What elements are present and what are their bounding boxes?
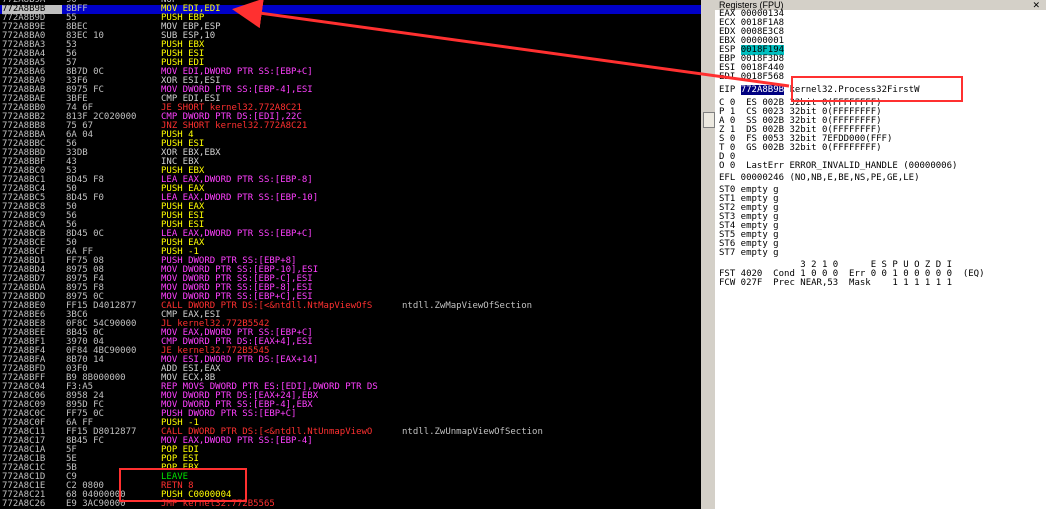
disasm-row[interactable]: 772A8BDA 8975 F8 MOV DWORD PTR SS:[EBP-8],… <box>0 284 701 293</box>
disasm-hex-bytes: 8D45 F8 <box>66 175 104 185</box>
disasm-row[interactable]: 772A8BC4 50 PUSH EAX <box>0 185 701 194</box>
disasm-row[interactable]: 772A8BCF 6A FF PUSH -1 <box>0 248 701 257</box>
disasm-row[interactable]: 772A8BC1 8D45 F8 LEA EAX,DWORD PTR SS:[EBP… <box>0 176 701 185</box>
registers-pane[interactable]: Registers (FPU) ✕ EAX 00000134 ECX 0018F1… <box>715 0 1046 509</box>
disasm-row[interactable]: 772A8BA9 33F6 XOR ESI,ESI <box>0 77 701 86</box>
disasm-row[interactable]: 772A8BA0 83EC 10 SUB ESP,10 <box>0 32 701 41</box>
disasm-hex-bytes: 8B45 FC <box>66 436 104 446</box>
register-value[interactable]: 0018F568 <box>741 72 784 82</box>
register-edi[interactable]: EDI 0018F568 <box>719 73 1042 82</box>
disasm-row[interactable]: 772A8C1D C9 LEAVE <box>0 473 701 482</box>
disasm-row[interactable]: 772A8BF4 0F84 4BC90000 JE kernel32.772B554… <box>0 347 701 356</box>
eip-symbol-comment: kernel32.Process32FirstW <box>789 85 920 95</box>
disasm-row[interactable]: 772A8BD1 FF75 08 PUSH DWORD PTR SS:[EBP+8] <box>0 257 701 266</box>
disasm-hex-bytes: 8BFF <box>66 4 88 14</box>
disasm-comment: ntdll.ZwUnmapViewOfSection <box>402 427 543 437</box>
disasm-instruction: POP EBX <box>161 463 199 473</box>
disasm-row[interactable]: 772A8BC8 50 PUSH EAX <box>0 203 701 212</box>
disasm-row[interactable]: 772A8BA5 57 PUSH EDI <box>0 59 701 68</box>
disasm-row[interactable]: 772A8BBA 6A 04 PUSH 4 <box>0 131 701 140</box>
disasm-row[interactable]: 772A8BCA 56 PUSH ESI <box>0 221 701 230</box>
disasm-instruction: JNZ SHORT kernel32.772A8C21 <box>161 121 308 131</box>
disasm-row[interactable]: 772A8C1C 5B POP EBX <box>0 464 701 473</box>
disasm-row[interactable]: 772A8BAB 8975 FC MOV DWORD PTR SS:[EBP-4],… <box>0 86 701 95</box>
disasm-row[interactable]: 772A8C09 895D FC MOV DWORD PTR SS:[EBP-4],… <box>0 401 701 410</box>
disasm-row[interactable]: 772A8BC9 56 PUSH ESI <box>0 212 701 221</box>
disasm-row[interactable]: 772A8BD7 8975 F4 MOV DWORD PTR SS:[EBP-C],… <box>0 275 701 284</box>
disasm-row[interactable]: 772A8C11 FF15 D8012877 CALL DWORD PTR DS:[… <box>0 428 701 437</box>
disasm-row[interactable]: 772A8B9D 55 PUSH EBP <box>0 14 701 23</box>
disasm-row[interactable]: 772A8BA3 53 PUSH EBX <box>0 41 701 50</box>
disasm-row[interactable]: 772A8BCB 8D45 0C LEA EAX,DWORD PTR SS:[EBP… <box>0 230 701 239</box>
disasm-hex-bytes: E9 3AC90000 <box>66 499 126 509</box>
disasm-row[interactable]: 772A8BD4 8975 08 MOV DWORD PTR SS:[EBP-10]… <box>0 266 701 275</box>
disasm-row[interactable]: 772A8BB8 75 67 JNZ SHORT kernel32.772A8C21 <box>0 122 701 131</box>
disasm-row[interactable]: 772A8BBD 33DB XOR EBX,EBX <box>0 149 701 158</box>
disassembly-pane[interactable]: 772A8B9A 90 NOP 772A8B9B 8BFF MOV EDI,EDI 772A… <box>0 0 701 509</box>
disasm-hex-bytes: 43 <box>66 157 77 167</box>
disasm-row[interactable]: 772A8B9B 8BFF MOV EDI,EDI <box>0 5 701 14</box>
disasm-hex-bytes: 8D45 0C <box>66 229 104 239</box>
flag-segment-line: O 0 LastErr ERROR_INVALID_HANDLE (000000… <box>719 161 958 171</box>
disasm-row[interactable]: 772A8C06 8958 24 MOV DWORD PTR DS:[EAX+24]… <box>0 392 701 401</box>
disasm-row[interactable]: 772A8BB2 813F 2C020000 CMP DWORD PTR DS:[E… <box>0 113 701 122</box>
disasm-hex-bytes: 8D45 F0 <box>66 193 104 203</box>
disasm-row[interactable]: 772A8BE8 0F8C 54C90000 JL kernel32.772B554… <box>0 320 701 329</box>
disasm-row[interactable]: 772A8BA4 56 PUSH ESI <box>0 50 701 59</box>
disasm-row[interactable]: 772A8BC5 8D45 F0 LEA EAX,DWORD PTR SS:[EBP… <box>0 194 701 203</box>
disassembly-list[interactable]: 772A8B9A 90 NOP 772A8B9B 8BFF MOV EDI,EDI 772A… <box>0 0 701 509</box>
disasm-hex-bytes: 33DB <box>66 148 88 158</box>
disasm-row[interactable]: 772A8C17 8B45 FC MOV EAX,DWORD PTR SS:[EBP… <box>0 437 701 446</box>
disasm-hex-bytes: 5B <box>66 463 77 473</box>
disasm-comment: ntdll.ZwMapViewOfSection <box>402 301 533 311</box>
disasm-row[interactable]: 772A8BFA 8B70 14 MOV ESI,DWORD PTR DS:[EAX… <box>0 356 701 365</box>
disasm-hex-bytes: 5E <box>66 454 77 464</box>
disasm-row[interactable]: 772A8BAE 3BFE CMP EDI,ESI <box>0 95 701 104</box>
register-name: EDI <box>719 72 736 82</box>
disasm-hex-bytes: 83EC 10 <box>66 31 104 41</box>
disasm-row[interactable]: 772A8BBC 56 PUSH ESI <box>0 140 701 149</box>
efl-line: EFL 00000246 (NO,NB,E,BE,NS,PE,GE,LE) <box>719 173 920 183</box>
disasm-row[interactable]: 772A8C26 E9 3AC90000 JMP kernel32.772B5565 <box>0 500 701 509</box>
disasm-row[interactable]: 772A8C0C FF75 0C PUSH DWORD PTR SS:[EBP+C] <box>0 410 701 419</box>
registers-body: EAX 00000134 ECX 0018F1A8 EDX 0008E3C8 EBX … <box>719 10 1042 288</box>
disasm-row[interactable]: 772A8BCE 50 PUSH EAX <box>0 239 701 248</box>
register-eip[interactable]: EIP 772A8B9B kernel32.Process32FirstW <box>719 85 1042 96</box>
disasm-row[interactable]: 772A8C1A 5F POP EDI <box>0 446 701 455</box>
pane-scrollbar[interactable] <box>701 0 715 509</box>
fpu-st-line: ST7 empty g <box>719 248 779 258</box>
disasm-hex-bytes: 53 <box>66 40 77 50</box>
disasm-row[interactable]: 772A8C04 F3:A5 REP MOVS DWORD PTR ES:[EDI]… <box>0 383 701 392</box>
scroll-thumb[interactable] <box>703 112 715 128</box>
register-value[interactable]: 772A8B9B <box>740 85 785 95</box>
disasm-hex-bytes: 56 <box>66 211 77 221</box>
scroll-up-arrow[interactable] <box>701 0 715 10</box>
disasm-instruction: LEAVE <box>161 472 189 482</box>
disasm-hex-bytes: 5F <box>66 445 77 455</box>
close-icon[interactable]: ✕ <box>1032 0 1040 10</box>
fcw-line: FCW 027F Prec NEAR,53 Mask 1 1 1 1 1 1 <box>719 278 952 288</box>
disasm-row[interactable]: 772A8B9E 8BEC MOV EBP,ESP <box>0 23 701 32</box>
disasm-row[interactable]: 772A8BE0 FF15 D4012877 CALL DWORD PTR DS:[… <box>0 302 701 311</box>
disasm-row[interactable]: 772A8C1B 5E POP ESI <box>0 455 701 464</box>
disasm-hex-bytes: 56 <box>66 49 77 59</box>
disasm-instruction: JMP kernel32.772B5565 <box>161 499 275 509</box>
disasm-row[interactable]: 772A8BA6 8B7D 0C MOV EDI,DWORD PTR SS:[EBP… <box>0 68 701 77</box>
disasm-hex-bytes: 50 <box>66 202 77 212</box>
disasm-hex-bytes: 6A 04 <box>66 130 94 140</box>
flag-segment-line: T 0 GS 002B 32bit 0(FFFFFFFF) <box>719 143 882 153</box>
disasm-address: 772A8C26 <box>2 499 46 509</box>
disasm-row[interactable]: 772A8BBF 43 INC EBX <box>0 158 701 167</box>
disasm-row[interactable]: 772A8BC0 53 PUSH EBX <box>0 167 701 176</box>
register-name: EIP <box>719 85 736 95</box>
disasm-row[interactable]: 772A8BEE 8B45 0C MOV EAX,DWORD PTR SS:[EBP… <box>0 329 701 338</box>
